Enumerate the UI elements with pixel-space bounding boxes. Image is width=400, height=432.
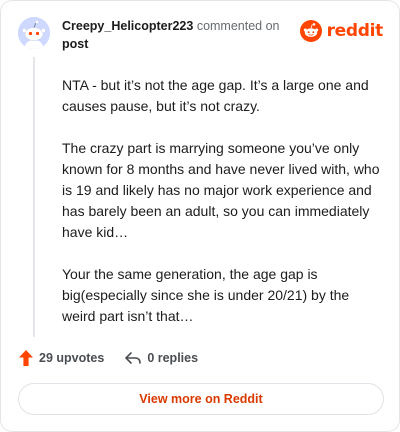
username-link[interactable]: Creepy_Helicopter223 — [62, 19, 193, 33]
reply-arrow-icon — [125, 352, 142, 364]
reply-button[interactable]: 0 replies — [124, 350, 198, 366]
upvote-arrow-icon — [19, 350, 33, 366]
reddit-brand-link[interactable]: reddit — [299, 20, 384, 42]
upvote-button[interactable]: 29 upvotes — [18, 349, 104, 367]
reddit-comment-embed: Creepy_Helicopter223 commented on post r… — [0, 0, 400, 432]
reddit-logo-icon — [299, 20, 322, 42]
reddit-wordmark: reddit — [326, 21, 384, 41]
thread-line — [33, 57, 35, 337]
comment-paragraph: The crazy part is marrying someone you’v… — [62, 140, 380, 240]
post-link[interactable]: post — [62, 35, 302, 53]
upvote-count: 29 upvotes — [39, 351, 105, 365]
snoo-avatar-icon — [18, 17, 50, 49]
comment-actions: 29 upvotes 0 replies — [18, 349, 218, 367]
reply-count: 0 replies — [147, 351, 199, 365]
comment-paragraph: NTA - but it’s not the age gap. It’s a l… — [62, 77, 369, 114]
avatar[interactable] — [18, 17, 50, 49]
comment-paragraph: Your the same generation, the age gap is… — [62, 266, 350, 324]
comment-header: Creepy_Helicopter223 commented on post — [62, 17, 302, 53]
comment-body: NTA - but it’s not the age gap. It’s a l… — [62, 75, 384, 348]
commented-on-label: commented on — [196, 19, 280, 33]
view-more-on-reddit-button[interactable]: View more on Reddit — [18, 383, 384, 415]
